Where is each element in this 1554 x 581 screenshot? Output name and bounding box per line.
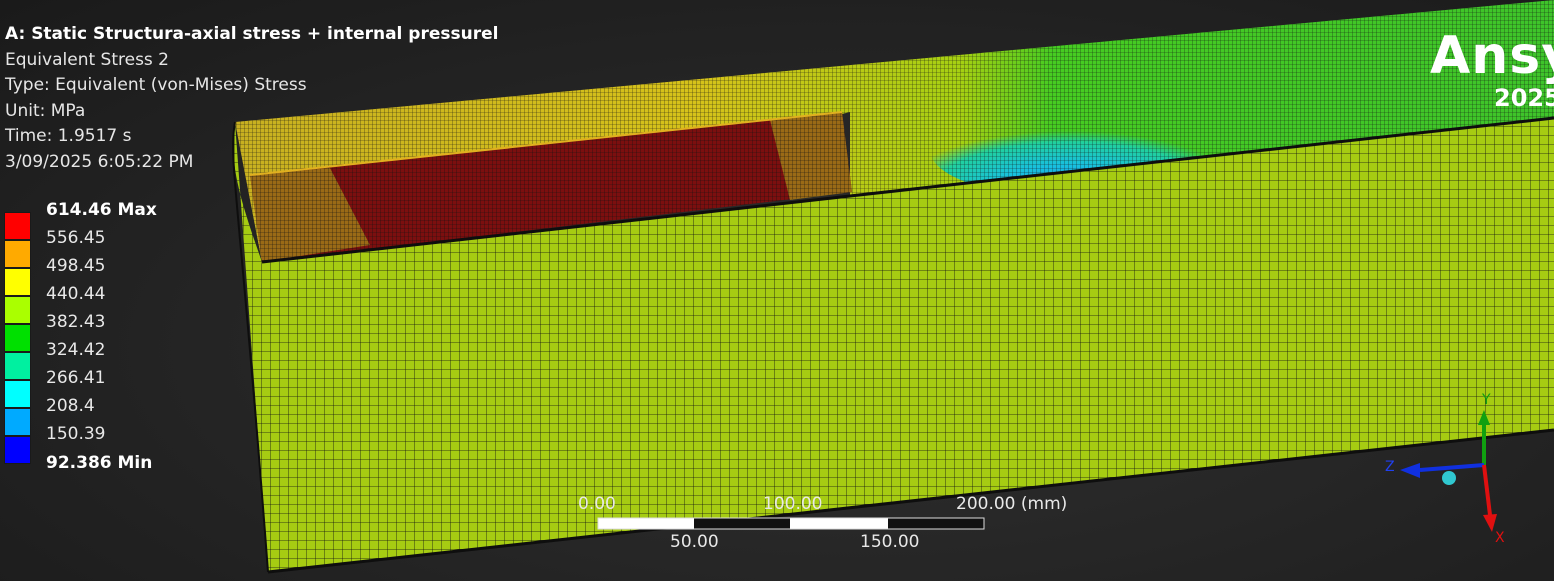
analysis-title: A: Static Structura-axial stress + inter… [5, 24, 499, 44]
legend-level-label: 266.41 [46, 368, 106, 388]
scale-label-100: 100.00 [763, 494, 823, 514]
legend-level-label: 498.45 [46, 256, 106, 276]
ansys-version-year: 2025 [1494, 84, 1554, 112]
legend-level-label: 382.43 [46, 312, 106, 332]
result-name: Equivalent Stress 2 [5, 49, 169, 70]
legend-level-label: 440.44 [46, 284, 106, 304]
scale-bar [597, 517, 985, 530]
legend-level-label: 150.39 [46, 424, 106, 444]
triad-y-label: Y [1482, 392, 1491, 408]
legend-swatch-4 [4, 296, 31, 324]
legend-max-label: 614.46 Max [46, 200, 157, 220]
legend-swatch-1 [4, 212, 31, 240]
scale-label-150: 150.00 [860, 532, 920, 552]
legend-swatch-2 [4, 240, 31, 268]
legend-level-label: 324.42 [46, 340, 106, 360]
result-unit: Unit: MPa [5, 100, 86, 121]
triad-x-label: X [1495, 530, 1505, 546]
result-time: Time: 1.9517 s [5, 126, 132, 146]
legend-min-label: 92.386 Min [46, 453, 153, 473]
legend-swatch-3 [4, 268, 31, 296]
legend-swatch-8 [4, 408, 31, 436]
scale-label-0: 0.00 [578, 494, 616, 514]
legend-swatch-7 [4, 380, 31, 408]
result-info-panel: A: Static Structura-axial stress + inter… [5, 22, 498, 175]
result-timestamp: 3/09/2025 6:05:22 PM [5, 151, 194, 172]
scale-label-50: 50.00 [670, 532, 719, 552]
result-type: Type: Equivalent (von-Mises) Stress [5, 75, 307, 95]
legend-swatch-5 [4, 324, 31, 352]
legend-swatch-9 [4, 436, 31, 464]
ansys-logo: Ansy [1430, 26, 1554, 86]
legend-level-label: 556.45 [46, 228, 106, 248]
triad-z-label: Z [1385, 459, 1395, 475]
scale-label-200: 200.00 (mm) [956, 494, 1068, 514]
legend-level-label: 208.4 [46, 396, 95, 416]
legend-swatch-6 [4, 352, 31, 380]
